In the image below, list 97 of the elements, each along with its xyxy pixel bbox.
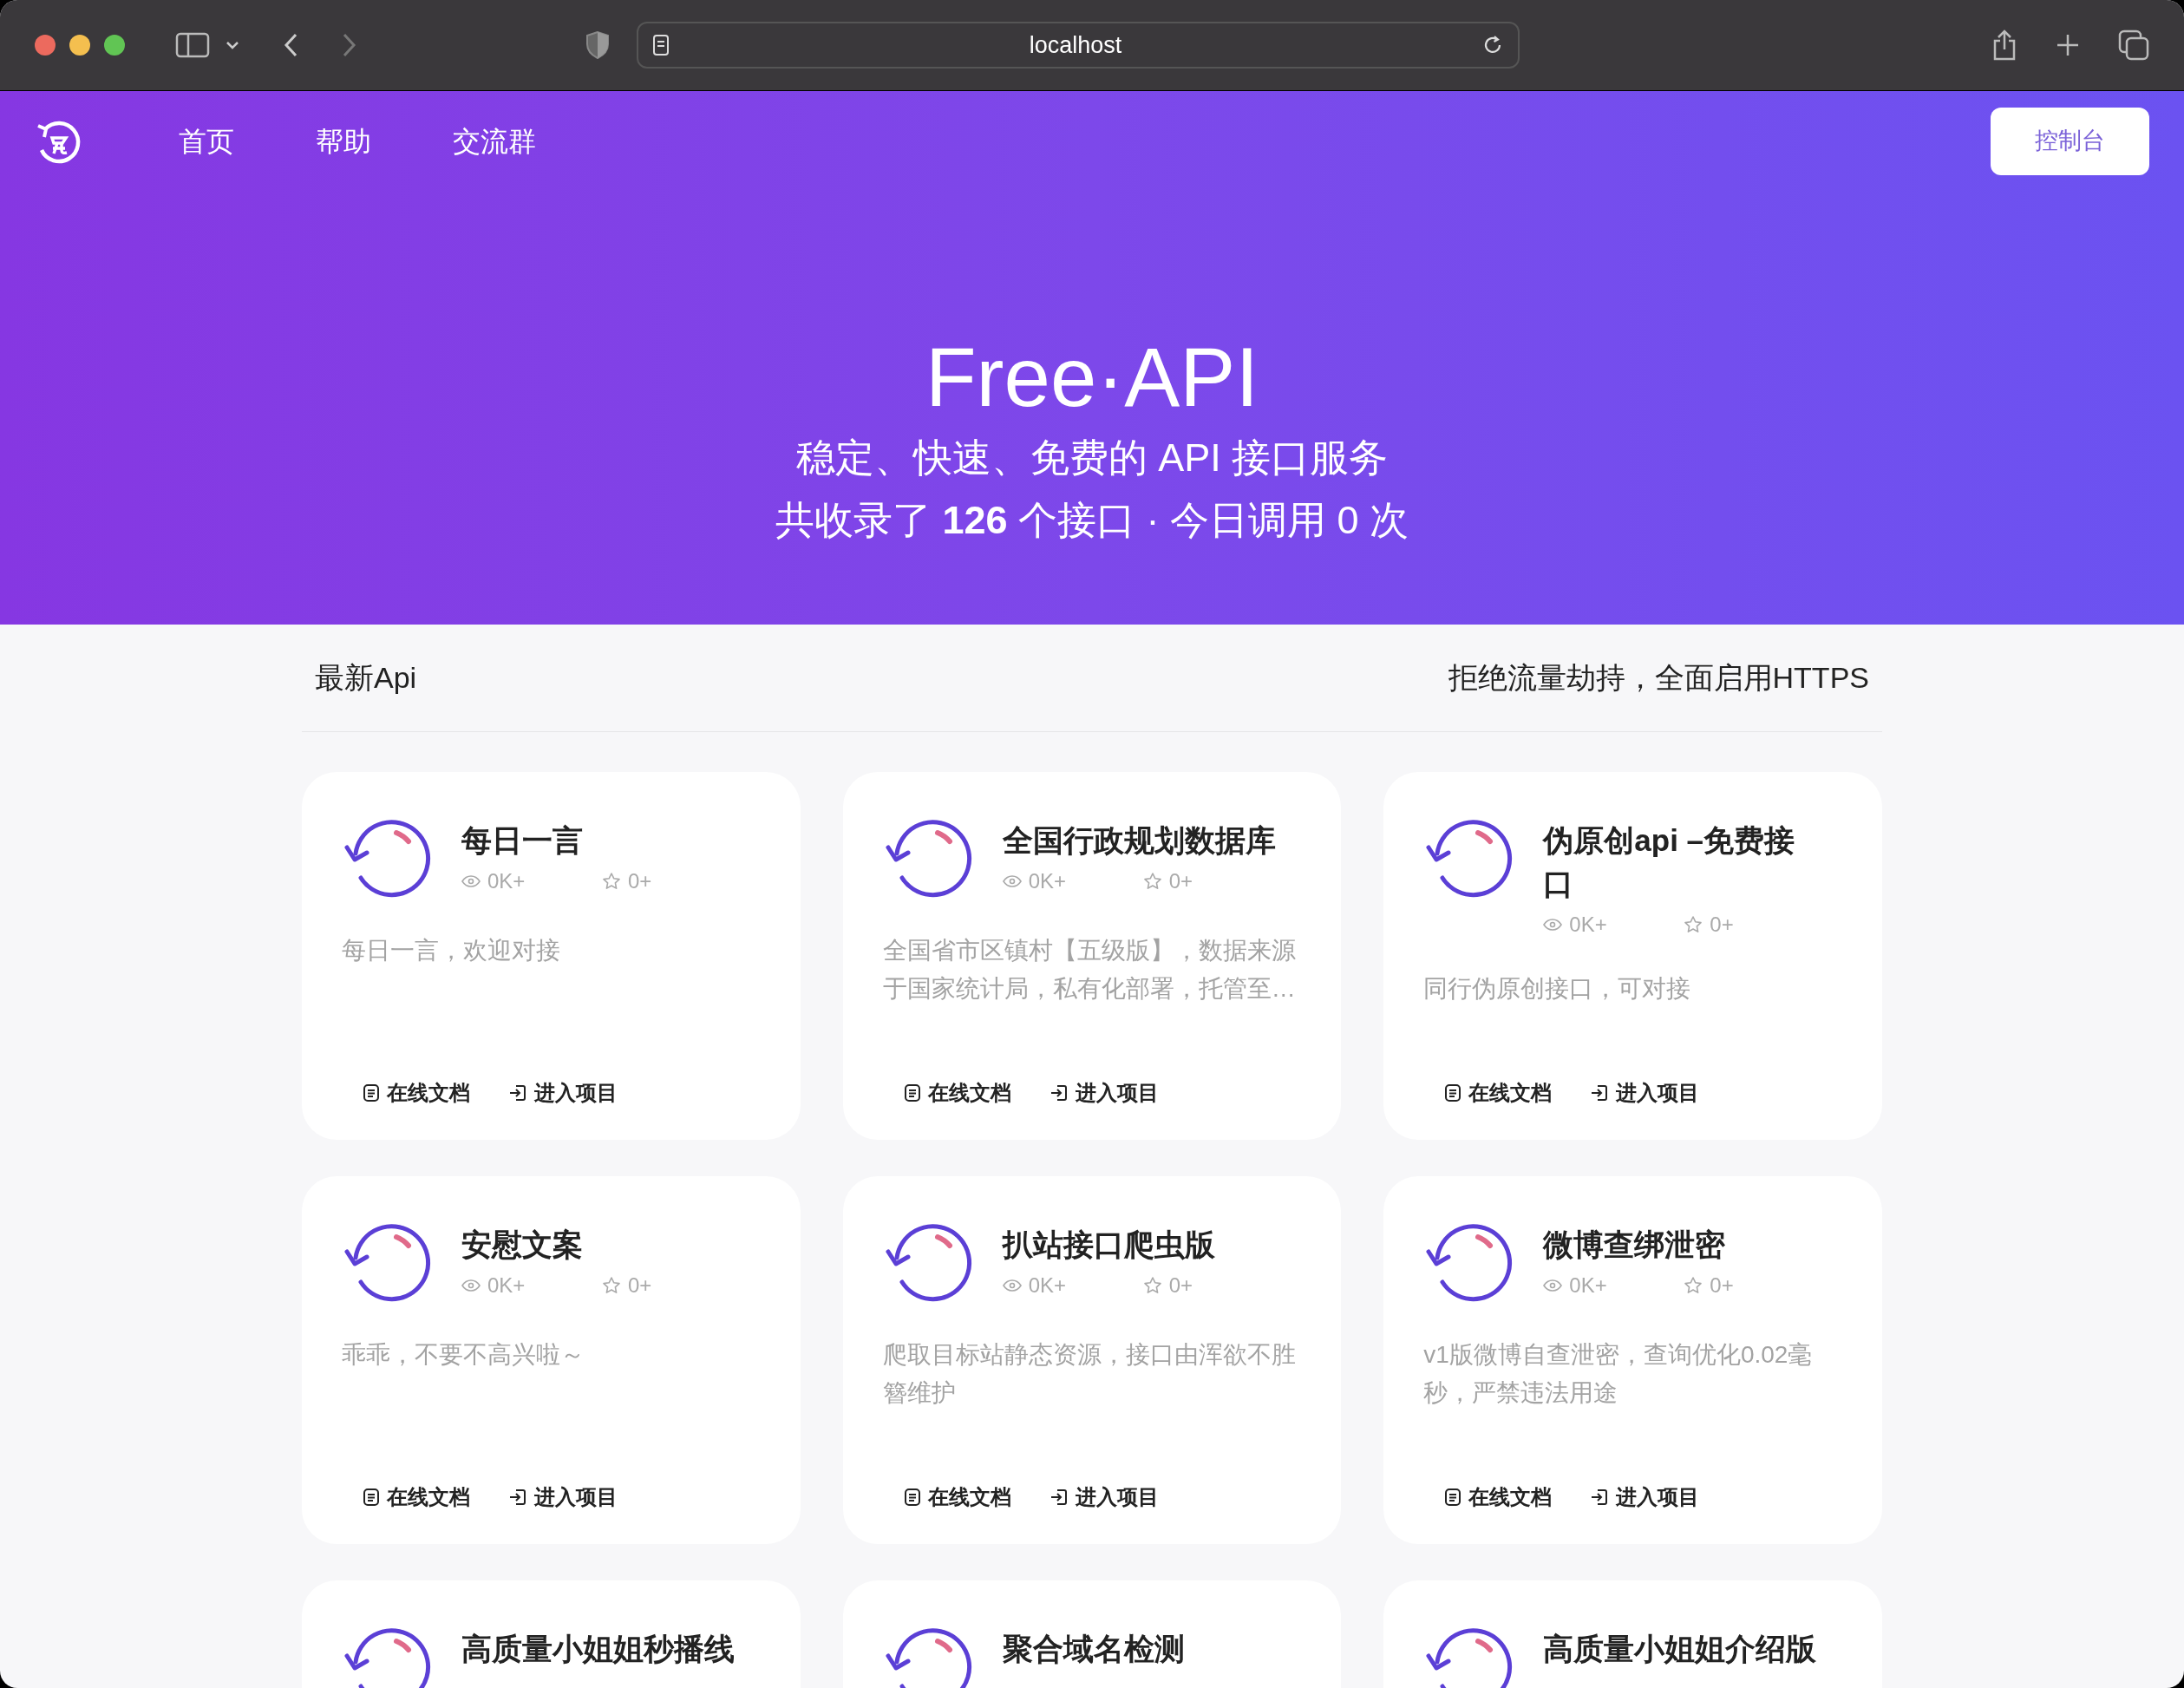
page-icon (652, 34, 670, 56)
eye-icon (1002, 875, 1022, 887)
refresh-icon (1423, 1627, 1514, 1688)
share-icon[interactable] (1991, 29, 2017, 62)
project-link[interactable]: 进入项目 (1590, 1482, 1700, 1513)
card-description: 乖乖，不要不高兴啦～ (342, 1340, 585, 1370)
card-description: 爬取目标站静态资源，接口由浑欲不胜簪维护 (882, 1340, 1297, 1408)
star-count: 0+ (628, 868, 652, 894)
star-icon (1142, 872, 1162, 891)
nav-link[interactable]: 交流群 (453, 120, 536, 162)
document-icon (363, 1083, 380, 1102)
shield-icon[interactable] (585, 30, 611, 60)
view-count: 0K+ (1569, 1273, 1608, 1299)
nav-link[interactable]: 首页 (179, 120, 234, 162)
star-icon (1142, 1276, 1162, 1295)
enter-icon (1049, 1488, 1069, 1507)
section-title: 最新Api (315, 660, 417, 696)
card-description: 每日一言，欢迎对接 (342, 936, 561, 965)
view-count: 0K+ (1569, 912, 1608, 938)
close-window-icon[interactable] (35, 35, 56, 56)
star-count: 0+ (1710, 912, 1734, 938)
card-title: 全国行政规划数据库 (1002, 822, 1277, 859)
plus-icon[interactable] (2056, 33, 2080, 57)
hero-stats: 共收录了 126 个接口 · 今日调用 0 次 (775, 497, 1409, 544)
api-card[interactable]: 全国行政规划数据库 0K+ 0+ 全国省市区镇村【五级版】，数据来源于国家统计局，私有化部署，托管至… 在线文档 进入项目 (842, 772, 1342, 1140)
address-bar[interactable]: localhost (637, 22, 1520, 69)
hero-subtitle: 稳定、快速、免费的 API 接口服务 (795, 435, 1389, 481)
document-icon (903, 1488, 921, 1507)
document-icon (363, 1488, 380, 1507)
enter-icon (508, 1488, 527, 1507)
api-card[interactable]: 每日一言 0K+ 0+ 每日一言，欢迎对接 在线文档 进入项目 (302, 772, 801, 1140)
section-note: 拒绝流量劫持，全面启用HTTPS (1448, 660, 1869, 696)
document-icon (1444, 1488, 1462, 1507)
card-title: 高质量小姐姐秒播线 (461, 1631, 736, 1667)
star-count: 0+ (1710, 1273, 1734, 1299)
project-link[interactable]: 进入项目 (1049, 1482, 1159, 1513)
enter-icon (508, 1083, 527, 1102)
card-description: 全国省市区镇村【五级版】，数据来源于国家统计局，私有化部署，托管至… (882, 936, 1297, 1004)
enter-icon (1590, 1488, 1610, 1507)
view-count: 0K+ (487, 868, 526, 894)
docs-link[interactable]: 在线文档 (1444, 1482, 1553, 1513)
star-icon (602, 872, 621, 891)
minimize-window-icon[interactable] (69, 35, 90, 56)
api-card[interactable]: 聚合域名检测 (842, 1580, 1342, 1688)
eye-icon (1002, 1279, 1022, 1292)
card-title: 每日一言 (461, 822, 584, 859)
project-link[interactable]: 进入项目 (1590, 1077, 1700, 1109)
star-icon (1684, 1276, 1703, 1295)
docs-link[interactable]: 在线文档 (363, 1077, 470, 1109)
card-title: 高质量小姐姐介绍版 (1543, 1631, 1818, 1667)
card-title: 安慰文案 (461, 1227, 584, 1263)
docs-link[interactable]: 在线文档 (363, 1482, 470, 1513)
api-card[interactable]: 伪原创api –免费接口 0K+ 0+ 同行伪原创接口，可对接 在线文档 进入项目 (1383, 772, 1882, 1140)
view-count: 0K+ (1028, 1273, 1068, 1299)
project-link[interactable]: 进入项目 (508, 1482, 618, 1513)
card-description: v1版微博自查泄密，查询优化0.02毫秒，严禁违法用途 (1423, 1340, 1814, 1408)
star-icon (602, 1276, 621, 1295)
docs-link[interactable]: 在线文档 (903, 1482, 1011, 1513)
view-count: 0K+ (487, 1273, 526, 1299)
api-card[interactable]: 安慰文案 0K+ 0+ 乖乖，不要不高兴啦～ 在线文档 进入项目 (302, 1176, 801, 1544)
nav-link[interactable]: 帮助 (316, 120, 371, 162)
enter-icon (1049, 1083, 1069, 1102)
eye-icon (461, 1279, 481, 1292)
view-count: 0K+ (1028, 868, 1068, 894)
star-count: 0+ (628, 1273, 652, 1299)
document-icon (1444, 1083, 1462, 1102)
chevron-down-icon[interactable] (226, 41, 239, 49)
back-icon[interactable] (283, 32, 298, 58)
sidebar-icon[interactable] (175, 32, 210, 58)
project-link[interactable]: 进入项目 (1049, 1077, 1159, 1109)
refresh-icon (342, 1627, 432, 1688)
card-description: 同行伪原创接口，可对接 (1423, 974, 1692, 1004)
card-title: 扒站接口爬虫版 (1002, 1227, 1216, 1263)
star-icon (1684, 915, 1703, 934)
maximize-window-icon[interactable] (104, 35, 125, 56)
card-title: 聚合域名检测 (1002, 1631, 1186, 1667)
eye-icon (461, 875, 481, 887)
hero-title: Free·API (925, 330, 1259, 425)
url-text: localhost (1028, 30, 1123, 60)
docs-link[interactable]: 在线文档 (903, 1077, 1011, 1109)
console-button[interactable]: 控制台 (1991, 107, 2149, 175)
enter-icon (1590, 1083, 1610, 1102)
forward-icon[interactable] (342, 32, 357, 58)
eye-icon (1543, 1279, 1563, 1292)
card-title: 微博查绑泄密 (1543, 1227, 1727, 1263)
api-card[interactable]: 微博查绑泄密 0K+ 0+ v1版微博自查泄密，查询优化0.02毫秒，严禁违法用途 在线文档 进入项目 (1383, 1176, 1882, 1544)
card-title: 伪原创api –免费接口 (1543, 822, 1796, 902)
api-card[interactable]: 高质量小姐姐介绍版 (1383, 1580, 1882, 1688)
docs-link[interactable]: 在线文档 (1444, 1077, 1553, 1109)
document-icon (903, 1083, 921, 1102)
star-count: 0+ (1168, 1273, 1193, 1299)
api-card[interactable]: 扒站接口爬虫版 0K+ 0+ 爬取目标站静态资源，接口由浑欲不胜簪维护 在线文档 进入项目 (842, 1176, 1342, 1544)
tabs-icon[interactable] (2118, 29, 2149, 61)
api-card[interactable]: 高质量小姐姐秒播线 (302, 1580, 801, 1688)
eye-icon (1543, 919, 1563, 931)
project-link[interactable]: 进入项目 (508, 1077, 618, 1109)
star-count: 0+ (1168, 868, 1193, 894)
